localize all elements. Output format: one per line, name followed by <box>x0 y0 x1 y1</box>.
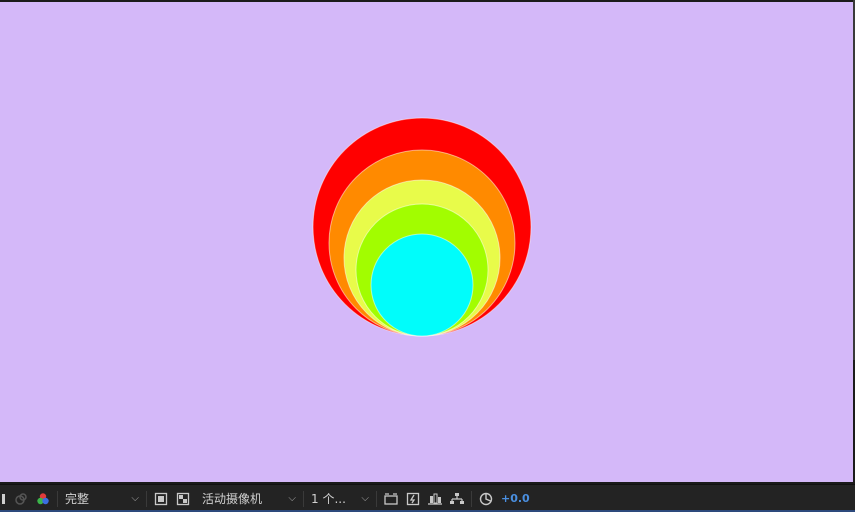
views-dropdown[interactable]: 1 个... ⌵ <box>307 490 373 508</box>
camera-value: 活动摄像机 <box>202 492 263 506</box>
composition-viewer[interactable] <box>0 0 855 484</box>
rainbow-circles <box>312 117 532 337</box>
toolbar-divider <box>471 490 472 507</box>
fast-preview-icon[interactable] <box>404 490 422 508</box>
transparency-grid-icon[interactable] <box>174 490 192 508</box>
flowchart-icon[interactable] <box>448 490 466 508</box>
toolbar-divider <box>146 490 147 507</box>
circle-cyan[interactable] <box>370 233 474 337</box>
chevron-down-icon: ⌵ <box>361 493 369 504</box>
snapshot-icon[interactable] <box>0 490 8 508</box>
region-of-interest-icon[interactable] <box>152 490 170 508</box>
camera-icon[interactable] <box>12 490 30 508</box>
3d-view-icon[interactable] <box>382 490 400 508</box>
resolution-dropdown[interactable]: 完整 ⌵ <box>61 490 143 508</box>
chevron-down-icon: ⌵ <box>131 493 139 504</box>
chevron-down-icon: ⌵ <box>288 493 296 504</box>
camera-dropdown[interactable]: 活动摄像机 ⌵ <box>198 490 300 508</box>
toolbar-divider <box>57 490 58 507</box>
exposure-value[interactable]: +0.0 <box>501 492 530 505</box>
viewer-toolbar: 完整 ⌵ 活动摄像机 ⌵ 1 个... ⌵ +0.0 <box>0 484 855 512</box>
toolbar-divider <box>376 490 377 507</box>
timeline-icon[interactable] <box>426 490 444 508</box>
color-channels-icon[interactable] <box>34 490 52 508</box>
toolbar-divider <box>303 490 304 507</box>
views-value: 1 个... <box>311 492 346 506</box>
composition-frame[interactable] <box>0 2 853 482</box>
reset-exposure-icon[interactable] <box>477 490 495 508</box>
resolution-value: 完整 <box>65 492 90 506</box>
